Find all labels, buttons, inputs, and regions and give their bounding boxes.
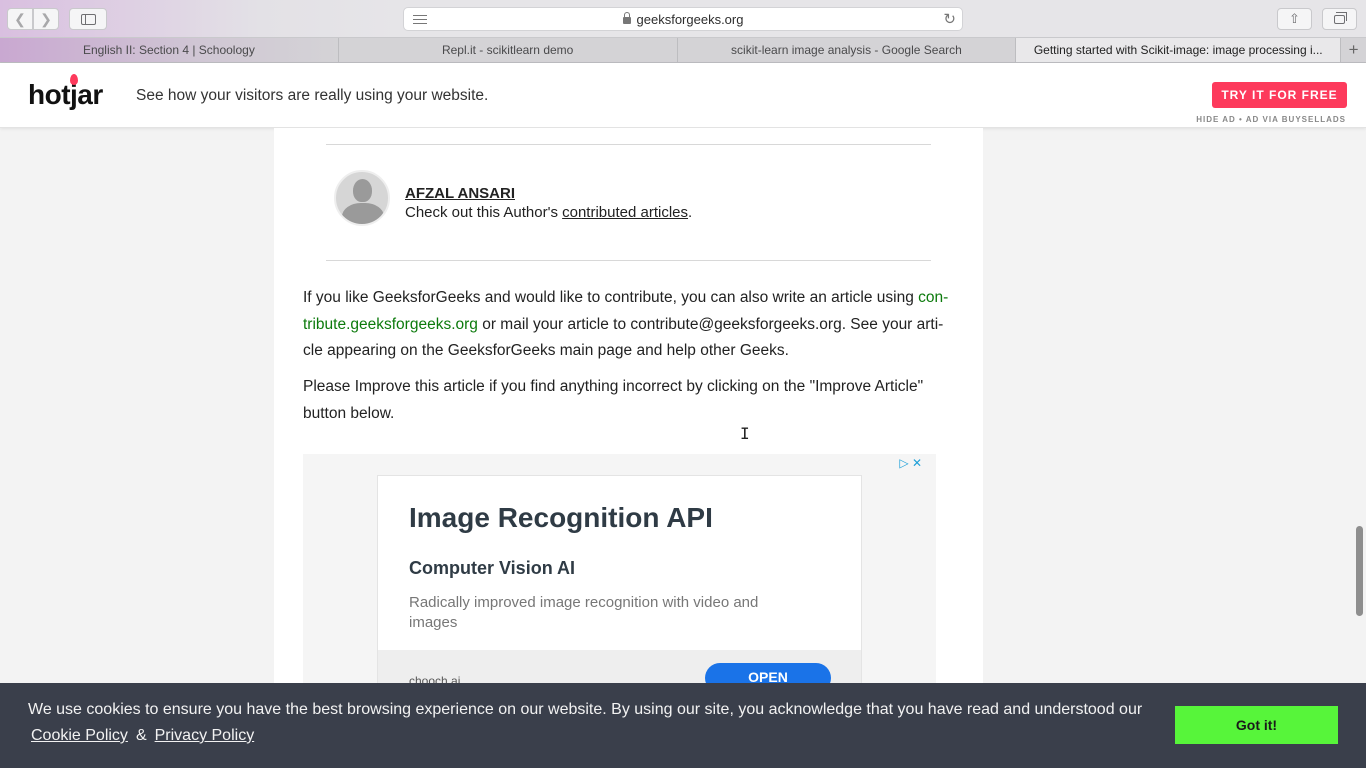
sidebar-toggle-button[interactable] (69, 8, 107, 30)
plus-icon: + (1348, 40, 1359, 59)
author-line-suffix: . (688, 204, 693, 221)
chevron-left-icon: ❮ (14, 10, 26, 27)
reader-view-icon[interactable] (413, 15, 427, 24)
tab-replit[interactable]: Repl.it - scikitlearn demo (339, 38, 678, 62)
improve-text-2: button below. (303, 404, 395, 422)
tab-label: Getting started with Scikit-image: image… (1033, 43, 1323, 57)
author-avatar (334, 170, 390, 226)
contribute-link[interactable]: con- (918, 289, 948, 306)
tab-google-search[interactable]: scikit-learn image analysis - Google Sea… (678, 38, 1017, 62)
browser-toolbar: ❮ ❯ geeksforgeeks.org ↻ ⇧ (0, 0, 1366, 38)
cookie-links: Cookie Policy & Privacy Policy (31, 727, 254, 745)
contribute-text-2: or mail your article to contribute@geeks… (477, 315, 944, 333)
contributed-articles-link[interactable]: contributed articles (562, 204, 688, 221)
forward-button[interactable]: ❯ (33, 8, 59, 30)
tab-label: scikit-learn image analysis - Google Sea… (731, 43, 962, 57)
privacy-policy-link[interactable]: Privacy Policy (155, 727, 255, 744)
address-bar[interactable]: geeksforgeeks.org ↻ (403, 7, 963, 31)
tab-label: English II: Section 4 | Schoology (82, 43, 255, 57)
tab-schoology[interactable]: English II: Section 4 | Schoology (0, 38, 339, 62)
hotjar-logo[interactable]: hotjar (28, 79, 103, 111)
reload-icon[interactable]: ↻ (943, 10, 956, 28)
show-tabs-button[interactable] (1322, 8, 1357, 30)
contribute-text-1: If you like GeeksforGeeks and would like… (303, 289, 919, 306)
ampersand: & (135, 727, 147, 744)
adchoices-icon[interactable]: ▷ ✕ (899, 456, 922, 470)
ad-title[interactable]: Image Recognition API (409, 502, 713, 534)
ad-tagline[interactable]: See how your visitors are really using y… (136, 87, 488, 105)
flame-icon (70, 74, 78, 85)
author-name-link[interactable]: AFZAL ANSARI (405, 185, 515, 202)
avatar-body (342, 203, 384, 224)
chevron-right-icon: ❯ (40, 10, 52, 27)
ad-description[interactable]: Radically improved image recognition wit… (409, 593, 809, 633)
share-icon: ⇧ (1289, 11, 1300, 26)
new-tab-button[interactable]: + (1341, 38, 1366, 62)
author-articles-line: Check out this Author's contributed arti… (405, 204, 692, 221)
cookie-policy-link[interactable]: Cookie Policy (31, 727, 128, 744)
improve-paragraph: Please Improve this article if you find … (303, 374, 953, 427)
tabs-overview-icon (1334, 11, 1347, 24)
divider (326, 260, 931, 261)
cookie-message: We use cookies to ensure you have the be… (28, 701, 1143, 718)
tab-scikit-image[interactable]: Getting started with Scikit-image: image… (1016, 38, 1342, 62)
try-free-button[interactable]: TRY IT FOR FREE (1212, 82, 1347, 108)
lock-icon (622, 11, 631, 24)
ad-subtitle[interactable]: Computer Vision AI (409, 558, 575, 579)
url-text: geeksforgeeks.org (636, 11, 744, 27)
text-cursor-icon: I (740, 424, 750, 443)
improve-text-1: Please Improve this article if you find … (303, 378, 924, 395)
hide-ad-link[interactable]: HIDE AD • AD VIA BUYSELLADS (1196, 115, 1346, 124)
got-it-button[interactable]: Got it! (1175, 706, 1338, 744)
contribute-link[interactable]: tribute.geeksforgeeks.org (303, 316, 478, 333)
tab-strip: English II: Section 4 | Schoology Repl.i… (0, 38, 1366, 63)
avatar-head (353, 179, 372, 202)
share-button[interactable]: ⇧ (1277, 8, 1312, 30)
ad-card[interactable]: Image Recognition API Computer Vision AI… (377, 475, 862, 693)
hotjar-ad-banner[interactable]: hotjar See how your visitors are really … (0, 63, 1366, 128)
cookie-consent-bar: We use cookies to ensure you have the be… (0, 683, 1366, 768)
divider (326, 144, 931, 145)
author-line-prefix: Check out this Author's (405, 204, 563, 221)
contribute-text-3: cle appearing on the GeeksforGeeks main … (303, 342, 789, 359)
article-content: AFZAL ANSARI Check out this Author's con… (274, 128, 983, 768)
tab-label: Repl.it - scikitlearn demo (441, 43, 574, 57)
back-button[interactable]: ❮ (7, 8, 33, 30)
sidebar-icon (80, 13, 96, 25)
contribute-paragraph: If you like GeeksforGeeks and would like… (303, 285, 953, 365)
page-scrollbar[interactable] (1356, 526, 1363, 616)
